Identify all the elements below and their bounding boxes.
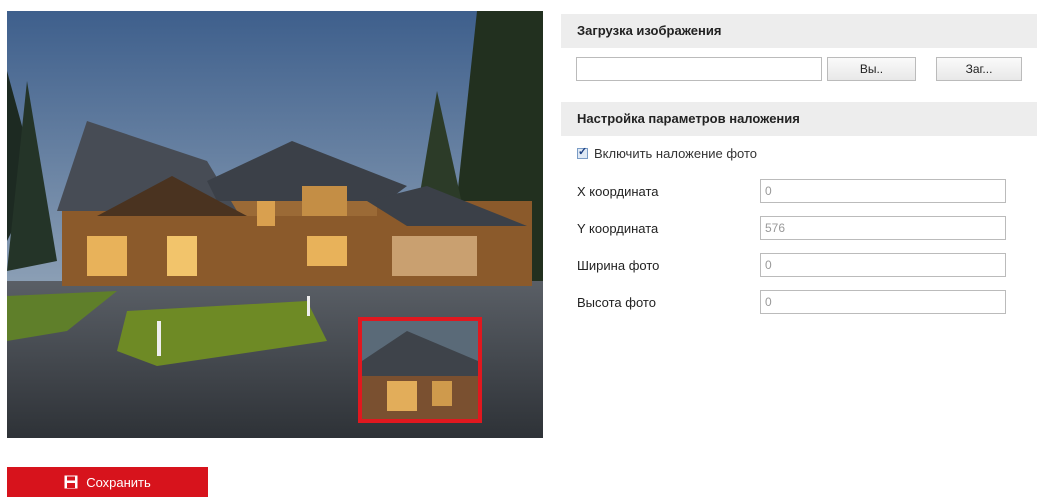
y-coordinate-label: Y координата <box>577 221 659 236</box>
photo-height-input[interactable]: 0 <box>760 290 1006 314</box>
save-button[interactable]: Сохранить <box>7 467 208 497</box>
save-label: Сохранить <box>86 474 151 490</box>
enable-overlay-row[interactable]: Включить наложение фото <box>577 145 758 161</box>
overlay-section-title: Настройка параметров наложения <box>561 102 1037 136</box>
y-coordinate-input[interactable]: 576 <box>760 216 1006 240</box>
photo-height-label: Высота фото <box>577 295 656 310</box>
file-path-input[interactable] <box>576 57 822 81</box>
browse-button[interactable]: Вы.. <box>827 57 916 81</box>
enable-overlay-checkbox[interactable] <box>577 145 588 159</box>
overlay-photo-frame[interactable] <box>358 317 482 423</box>
floppy-disk-icon <box>64 475 78 489</box>
camera-preview-image <box>7 11 543 438</box>
overlay-thumbnail <box>362 321 478 419</box>
enable-overlay-label: Включить наложение фото <box>594 146 758 161</box>
photo-width-input[interactable]: 0 <box>760 253 1006 277</box>
upload-button[interactable]: Заг... <box>936 57 1022 81</box>
x-coordinate-input[interactable]: 0 <box>760 179 1006 203</box>
upload-section-title: Загрузка изображения <box>561 14 1037 48</box>
x-coordinate-label: X координата <box>577 184 659 199</box>
photo-width-label: Ширина фото <box>577 258 660 273</box>
